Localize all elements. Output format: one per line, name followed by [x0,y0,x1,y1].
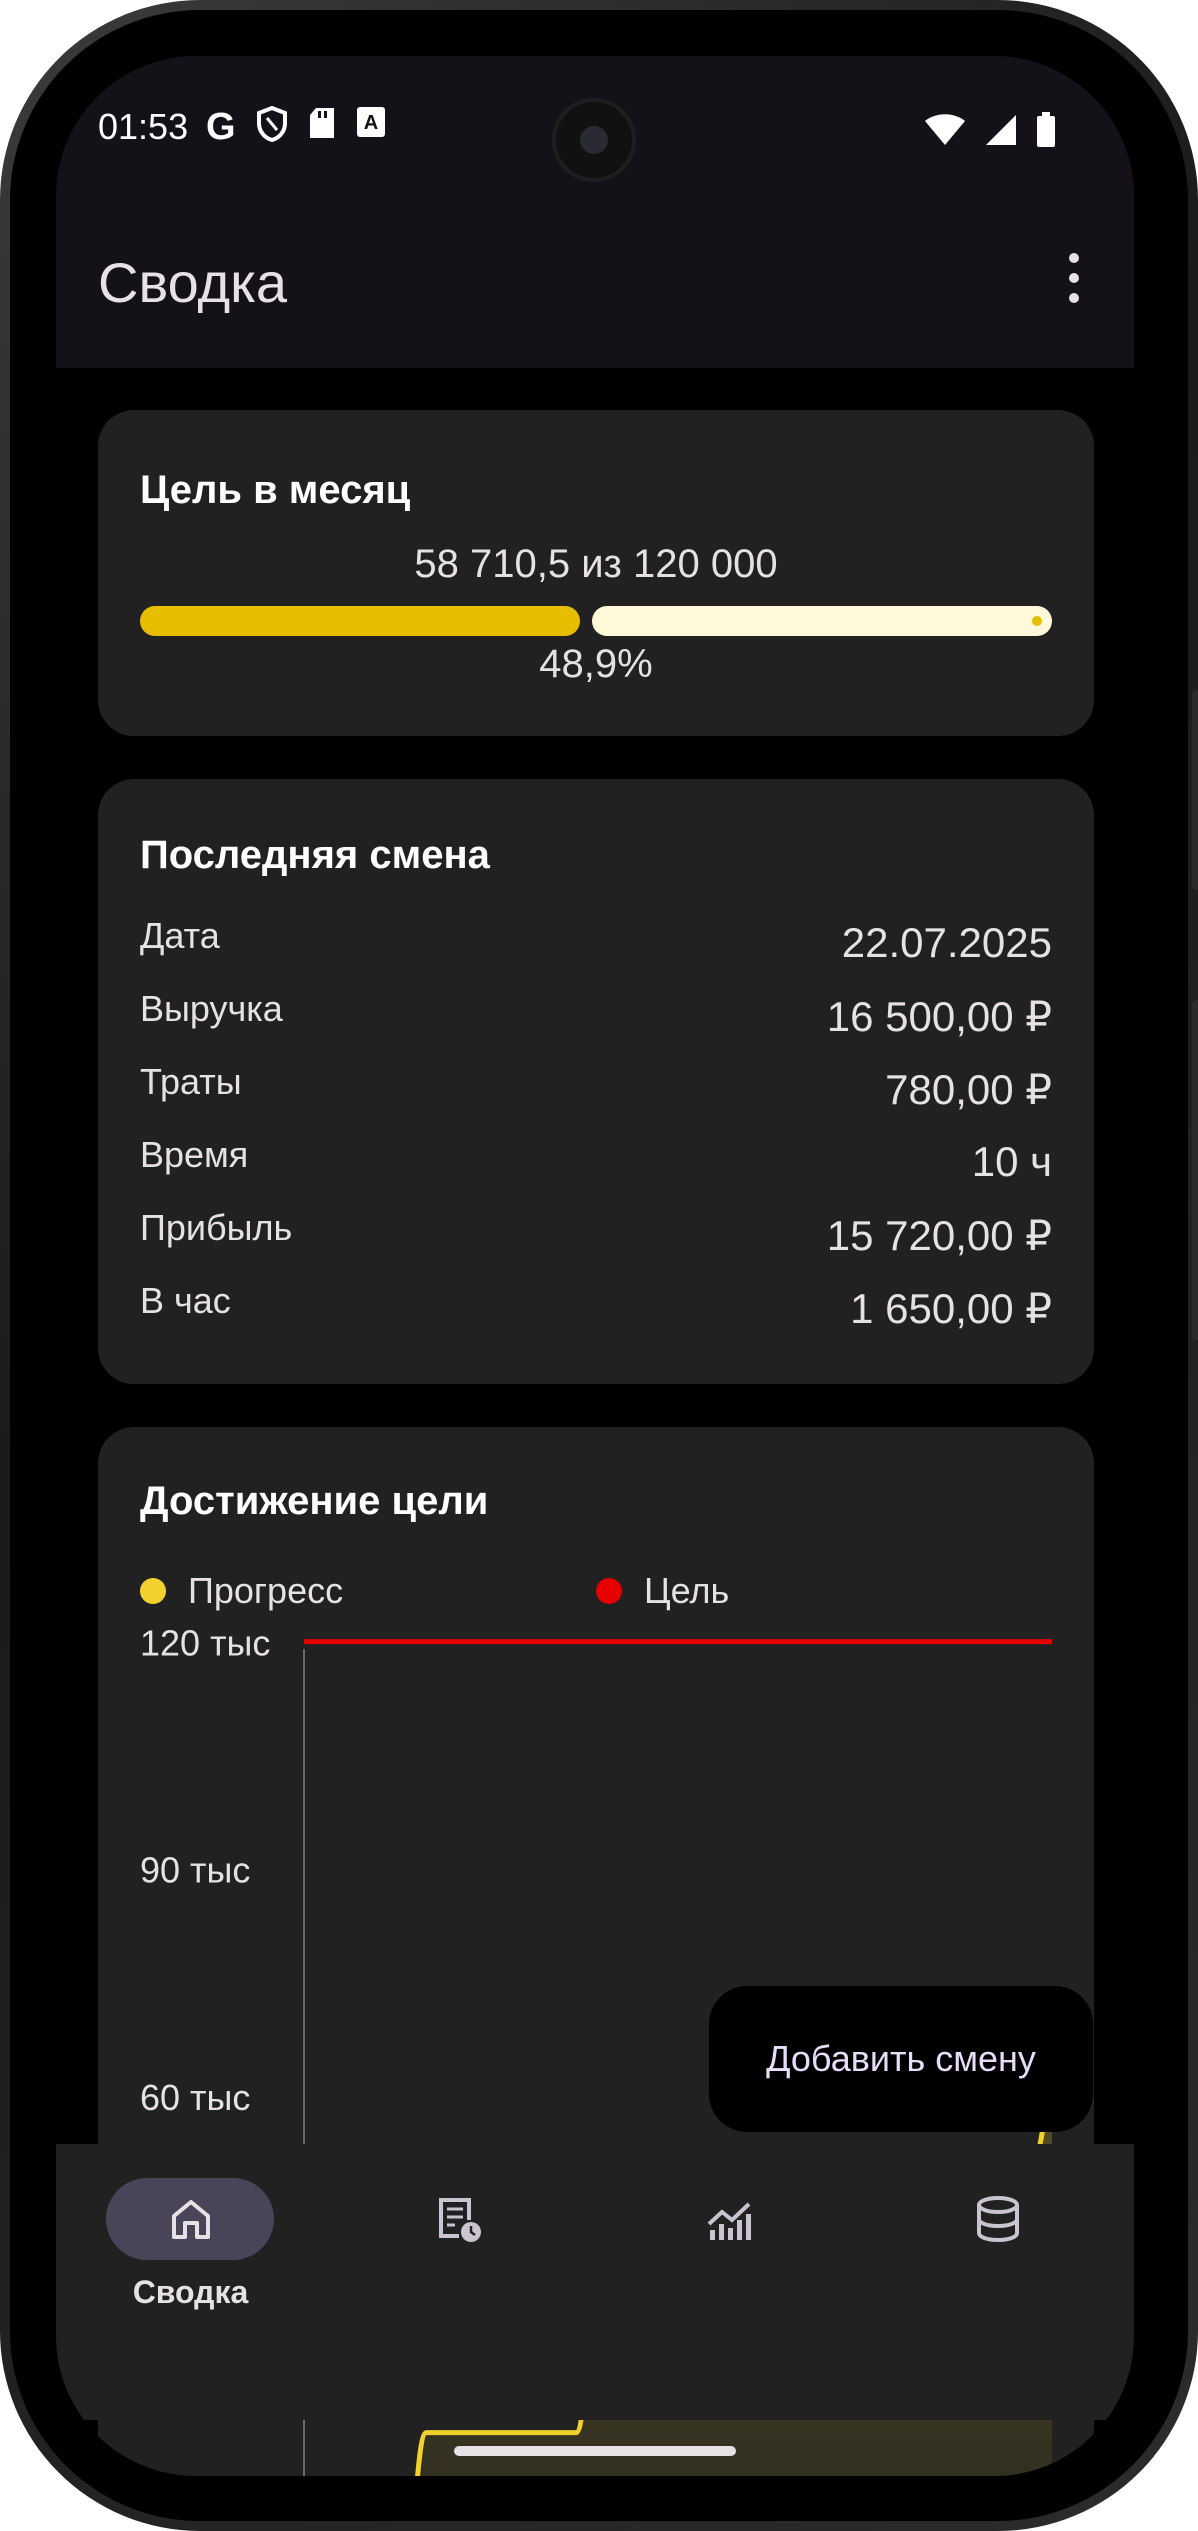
row-label: Выручка [140,988,283,1029]
shift-history-icon [439,2198,481,2242]
row-value: 15 720,00 ₽ [826,1212,1052,1259]
row-value: 22.07.2025 [841,919,1052,966]
row-label: Время [140,1134,249,1175]
sd-card-icon [309,108,334,138]
screen: 01:53 G A Сводка Цель в месяц 58 710,5 и… [56,56,1134,2476]
shift-row-per-hour: В час 1 650,00 ₽ [140,1280,1052,1340]
card-title: Последняя смена [140,833,490,877]
row-label: В час [140,1280,231,1321]
y-tick-label: 60 тыс [140,2077,250,2118]
shift-row-expenses: Траты 780,00 ₽ [140,1061,1052,1121]
nav-item-shift-history[interactable] [325,2144,594,2344]
signal-icon [986,115,1016,145]
shift-row-profit: Прибыль 15 720,00 ₽ [140,1207,1052,1267]
status-time: 01:53 [98,106,189,147]
progress-bar-remaining [592,606,1052,636]
monthly-goal-card: Цель в месяц 58 710,5 из 120 000 48,9% [98,410,1094,736]
goal-percent: 48,9% [539,642,653,686]
y-tick-label: 90 тыс [140,1850,250,1891]
phone-frame: 01:53 G A Сводка Цель в месяц 58 710,5 и… [0,0,1198,2531]
battery-icon [1037,112,1055,147]
progress-bar-filled [140,606,580,636]
shift-row-revenue: Выручка 16 500,00 ₽ [140,988,1052,1048]
row-label: Прибыль [140,1207,293,1248]
y-tick-label: 120 тыс [140,1623,270,1664]
add-shift-button[interactable]: Добавить смену [709,1986,1093,2132]
volume-button [1192,690,1198,890]
row-value: 16 500,00 ₽ [826,993,1052,1040]
row-value: 10 ч [971,1138,1052,1185]
database-icon [977,2196,1019,2243]
svg-text:A: A [363,112,377,134]
goal-amount: 58 710,5 из 120 000 [414,542,778,586]
home-indicator [454,2446,736,2456]
shield-icon [256,106,287,142]
more-vert-icon[interactable] [1064,248,1084,308]
shift-row-time: Время 10 ч [140,1134,1052,1194]
nav-label: Сводка [132,2274,249,2310]
top-app-bar: Сводка [56,186,1134,368]
row-value: 780,00 ₽ [885,1066,1052,1113]
row-value: 1 650,00 ₽ [850,1285,1052,1332]
power-button [1192,1000,1198,1340]
status-icons-left: G A [206,106,386,149]
wifi-icon [925,114,965,145]
row-label: Дата [140,915,220,956]
bottom-navigation: Сводка [56,2144,1134,2420]
nav-item-summary[interactable]: Сводка [56,2144,325,2344]
google-icon: G [206,106,236,148]
analytics-chart-icon [707,2202,751,2240]
nav-item-database[interactable] [863,2144,1132,2344]
nav-item-analytics[interactable] [594,2144,863,2344]
page-title: Сводка [98,251,288,314]
last-shift-card[interactable]: Последняя смена Дата 22.07.2025 Выручка … [98,779,1094,1384]
status-icons-right [924,112,1056,148]
front-camera [552,98,636,182]
home-icon [172,2200,210,2239]
card-title: Цель в месяц [140,468,411,512]
text-a-icon: A [356,107,385,137]
progress-end-dot [1032,616,1042,626]
shift-row-date: Дата 22.07.2025 [140,915,1052,975]
row-label: Траты [140,1061,242,1102]
